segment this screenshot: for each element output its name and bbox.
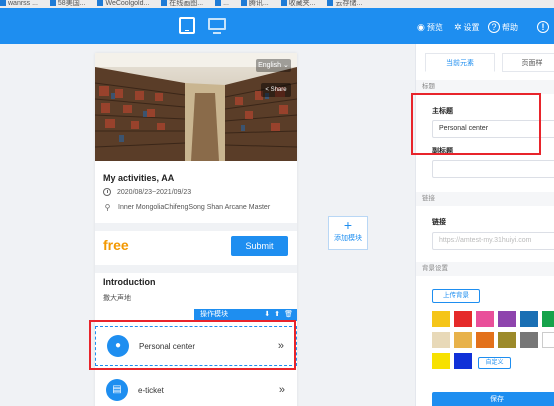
- color-swatch[interactable]: [520, 311, 538, 327]
- bookmark-item[interactable]: WeCoolgold...: [97, 0, 149, 7]
- bookmark-icon: [0, 0, 6, 6]
- bookmark-item[interactable]: 58美国...: [49, 0, 86, 7]
- section-header-title: 标题: [416, 80, 554, 94]
- color-swatch[interactable]: [432, 332, 450, 348]
- menu-item-e-ticket[interactable]: ▤ e-ticket »: [95, 370, 297, 406]
- bookmark-icon: [97, 0, 104, 6]
- introduction-title: Introduction: [103, 277, 156, 287]
- delete-icon[interactable]: 🗑: [284, 311, 293, 318]
- bookmark-icon: [280, 0, 287, 6]
- subtitle-label: 副标题: [432, 148, 453, 155]
- share-button[interactable]: < Share: [261, 83, 291, 97]
- section-header-background: 背景设置: [416, 262, 554, 276]
- section-divider: [95, 265, 297, 273]
- banner-image: English ⌄ < Share: [95, 53, 297, 161]
- user-icon: ●: [107, 335, 129, 357]
- desktop-view-icon[interactable]: [208, 18, 226, 34]
- user-icon: !: [537, 21, 549, 33]
- ticket-price: free: [103, 237, 129, 253]
- share-icon: <: [265, 87, 269, 93]
- move-up-icon[interactable]: ⬆: [274, 311, 280, 318]
- color-swatch[interactable]: [432, 353, 450, 369]
- panel-tabs: 当前元素 页面样: [416, 44, 554, 74]
- color-swatch[interactable]: [454, 311, 472, 327]
- eye-icon: ◉: [417, 21, 425, 32]
- move-down-icon[interactable]: ⬇: [264, 311, 270, 318]
- activity-date: 2020/08/23~2021/09/23: [103, 188, 191, 196]
- bookmarks-bar: wanrss ... 58美国... WeCoolgold... 在线画图...…: [0, 0, 554, 8]
- ticket-icon: ▤: [106, 379, 128, 401]
- help-icon: ?: [488, 21, 500, 33]
- bookmark-item[interactable]: 云存储...: [327, 0, 362, 7]
- preview-button[interactable]: ◉ 预览: [417, 20, 443, 34]
- double-chevron-right-icon: »: [278, 384, 285, 396]
- bookmark-icon: [49, 0, 56, 6]
- color-swatch[interactable]: [542, 311, 554, 327]
- main-title-label: 主标题: [432, 108, 453, 115]
- bookmark-item[interactable]: 腾讯...: [240, 0, 269, 7]
- tab-page-style[interactable]: 页面样: [502, 53, 554, 72]
- tab-current-element[interactable]: 当前元素: [425, 53, 495, 72]
- language-switch-button[interactable]: English ⌄: [256, 59, 291, 72]
- color-swatch[interactable]: [454, 353, 472, 369]
- custom-color-button[interactable]: 自定义: [478, 357, 511, 369]
- account-button[interactable]: !: [537, 20, 551, 34]
- top-toolbar: ◉ 预览 ✲ 设置 ? 帮助 !: [0, 8, 554, 44]
- submit-button[interactable]: Submit: [231, 236, 288, 256]
- color-swatch[interactable]: [542, 332, 554, 348]
- help-button[interactable]: ? 帮助: [488, 20, 518, 34]
- color-swatch[interactable]: [520, 332, 538, 348]
- subtitle-input[interactable]: [432, 160, 554, 178]
- phone-preview: English ⌄ < Share My activities, AA 2020…: [95, 53, 297, 406]
- bookmark-item[interactable]: 收藏夹...: [280, 0, 316, 7]
- color-swatch[interactable]: [454, 332, 472, 348]
- clock-icon: [103, 188, 111, 196]
- bookmark-icon: [240, 0, 247, 6]
- settings-button[interactable]: ✲ 设置: [454, 20, 480, 34]
- activity-address: ⚲ Inner MongoliaChifengSong Shan Arcane …: [104, 203, 271, 212]
- color-swatch[interactable]: [498, 311, 516, 327]
- location-pin-icon: ⚲: [104, 203, 111, 212]
- menu-item-personal-center[interactable]: ● Personal center »: [95, 326, 297, 366]
- chevron-down-icon: ⌄: [283, 62, 289, 69]
- add-module-button[interactable]: + 添加模块: [328, 216, 368, 250]
- bookmark-icon: [215, 0, 222, 6]
- color-swatch[interactable]: [476, 311, 494, 327]
- link-input[interactable]: https://amtest-my.31huiyi.com: [432, 232, 554, 250]
- gear-icon: ✲: [454, 21, 462, 32]
- main-title-input[interactable]: Personal center: [432, 120, 554, 138]
- properties-panel: 当前元素 页面样 标题 主标题 Personal center 副标题 链接 链…: [415, 44, 554, 406]
- bookmark-icon: [327, 0, 334, 6]
- bookmark-item[interactable]: ...: [215, 0, 229, 7]
- double-chevron-right-icon: »: [277, 340, 284, 352]
- introduction-text: 撒大声地: [103, 295, 131, 302]
- mobile-view-icon[interactable]: [179, 17, 195, 34]
- color-swatch[interactable]: [498, 332, 516, 348]
- section-divider: [95, 223, 297, 231]
- activity-title: My activities, AA: [103, 173, 175, 183]
- color-swatch[interactable]: [476, 332, 494, 348]
- bookmark-item[interactable]: 在线画图...: [161, 0, 203, 7]
- section-header-link: 链接: [416, 192, 554, 206]
- bookmark-icon: [161, 0, 168, 6]
- bookmark-item[interactable]: wanrss ...: [0, 0, 38, 7]
- color-swatch[interactable]: [432, 311, 450, 327]
- upload-background-button[interactable]: 上传背景: [432, 289, 480, 303]
- link-label: 链接: [432, 219, 446, 226]
- module-operation-bar: 操作模块 ⬇ ⬆ 🗑: [194, 309, 297, 321]
- plus-icon: +: [343, 217, 353, 233]
- save-button[interactable]: 保存: [432, 392, 554, 406]
